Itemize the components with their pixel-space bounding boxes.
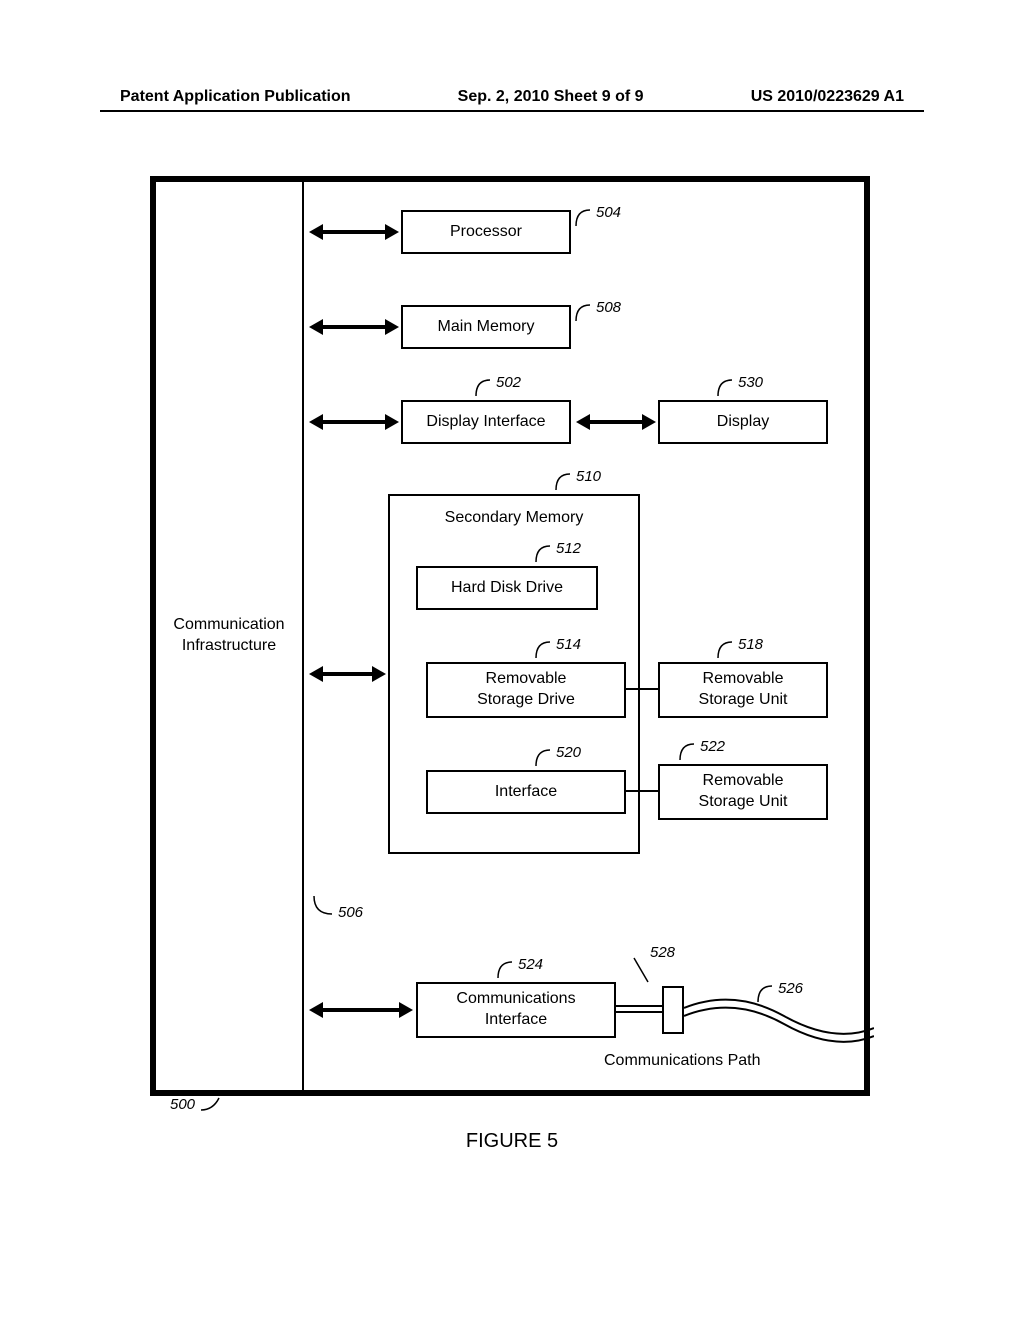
ref-512: 512 — [556, 540, 581, 557]
processor-block: Processor — [401, 210, 571, 254]
ref-526: 526 — [778, 980, 803, 997]
removable-storage-unit-2-label: Removable Storage Unit — [699, 771, 788, 813]
connector-line — [626, 790, 658, 792]
ref-506: 506 — [338, 904, 363, 921]
display-interface-block: Display Interface — [401, 400, 571, 444]
display-block: Display — [658, 400, 828, 444]
communication-infrastructure-block: Communication Infrastructure — [156, 182, 304, 1090]
hook-icon — [554, 470, 574, 492]
port-block — [662, 986, 684, 1034]
arrow-main-memory — [321, 325, 387, 329]
ref-510: 510 — [576, 468, 601, 485]
hook-icon — [574, 301, 594, 323]
ref-518: 518 — [738, 636, 763, 653]
interface-block: Interface — [426, 770, 626, 814]
hook-icon — [310, 894, 336, 918]
ref-508: 508 — [596, 299, 621, 316]
hook-icon — [756, 982, 776, 1004]
hook-icon — [534, 542, 554, 564]
hook-icon — [574, 206, 594, 228]
ref-522: 522 — [700, 738, 725, 755]
ref-500: 500 — [170, 1096, 223, 1114]
header-center: Sep. 2, 2010 Sheet 9 of 9 — [458, 88, 644, 106]
processor-label: Processor — [450, 222, 522, 243]
hard-disk-drive-block: Hard Disk Drive — [416, 566, 598, 610]
ref-504: 504 — [596, 204, 621, 221]
display-interface-label: Display Interface — [426, 412, 545, 433]
connector-line — [626, 688, 658, 690]
comm-infra-label: Communication Infrastructure — [173, 615, 284, 657]
communications-path-label: Communications Path — [604, 1052, 761, 1070]
hook-icon — [534, 746, 554, 768]
hook-icon — [534, 638, 554, 660]
arrow-display-interface — [321, 420, 387, 424]
main-memory-label: Main Memory — [438, 317, 535, 338]
removable-storage-drive-block: Removable Storage Drive — [426, 662, 626, 718]
hook-icon — [628, 952, 652, 984]
secondary-memory-label: Secondary Memory — [390, 508, 638, 529]
hook-icon — [199, 1096, 223, 1114]
hook-icon — [678, 740, 698, 762]
display-label: Display — [717, 412, 769, 433]
arrow-display — [588, 420, 644, 424]
ref-528: 528 — [650, 944, 675, 961]
diagram-frame: Communication Infrastructure Processor 5… — [150, 176, 870, 1096]
removable-storage-unit-2-block: Removable Storage Unit — [658, 764, 828, 820]
removable-storage-drive-label: Removable Storage Drive — [477, 669, 575, 711]
ref-520: 520 — [556, 744, 581, 761]
communications-interface-block: Communications Interface — [416, 982, 616, 1038]
figure-caption: FIGURE 5 — [0, 1130, 1024, 1153]
hook-icon — [716, 638, 736, 660]
page-header: Patent Application Publication Sep. 2, 2… — [0, 88, 1024, 106]
arrow-secondary-memory — [321, 672, 374, 676]
removable-storage-unit-1-label: Removable Storage Unit — [699, 669, 788, 711]
communications-interface-label: Communications Interface — [456, 989, 575, 1031]
interface-label: Interface — [495, 782, 557, 803]
removable-storage-unit-1-block: Removable Storage Unit — [658, 662, 828, 718]
hard-disk-label: Hard Disk Drive — [451, 578, 563, 599]
arrow-processor — [321, 230, 387, 234]
ref-500-text: 500 — [170, 1096, 195, 1113]
ref-502: 502 — [496, 374, 521, 391]
ref-524: 524 — [518, 956, 543, 973]
header-left: Patent Application Publication — [120, 88, 351, 106]
header-rule — [100, 110, 924, 112]
main-memory-block: Main Memory — [401, 305, 571, 349]
communications-path-wave — [684, 992, 874, 1052]
hook-icon — [716, 376, 736, 398]
hook-icon — [496, 958, 516, 980]
hook-icon — [474, 376, 494, 398]
header-right: US 2010/0223629 A1 — [751, 88, 904, 106]
arrow-comm-interface — [321, 1008, 401, 1012]
ref-514: 514 — [556, 636, 581, 653]
ref-530: 530 — [738, 374, 763, 391]
